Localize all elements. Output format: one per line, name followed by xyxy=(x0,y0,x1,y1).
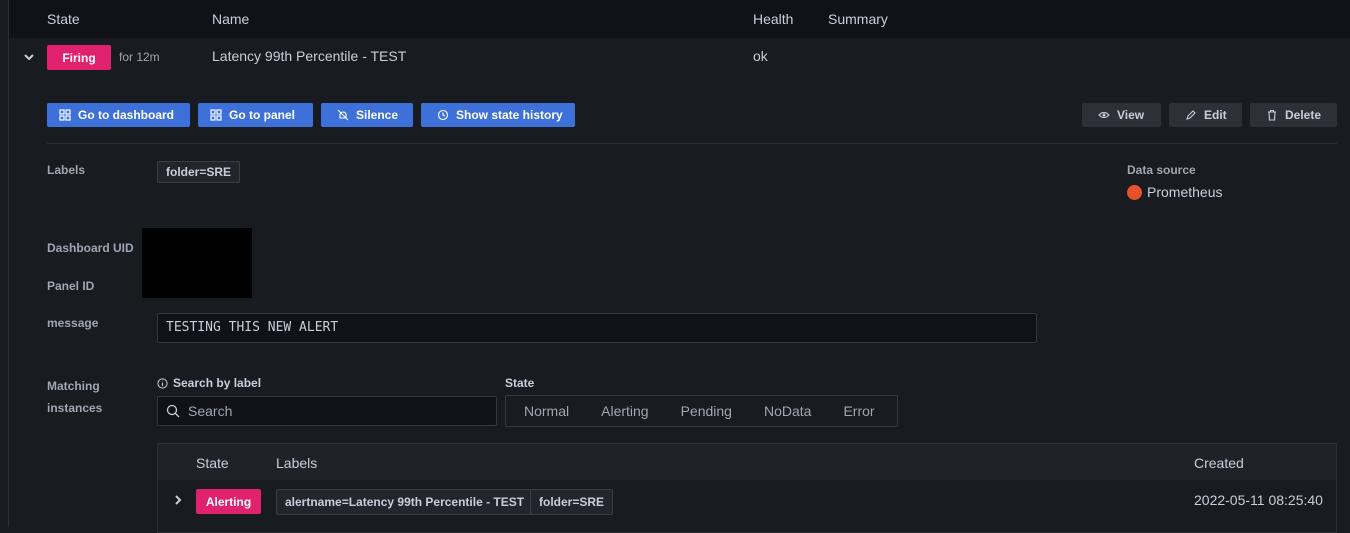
state-duration: for 12m xyxy=(119,50,160,64)
search-by-label-heading: Search by label xyxy=(157,376,261,390)
column-header-health: Health xyxy=(753,11,794,27)
go-to-dashboard-button[interactable]: Go to dashboard xyxy=(47,103,190,127)
message-value: TESTING THIS NEW ALERT xyxy=(157,313,1037,343)
grid-icon xyxy=(59,109,71,121)
state-option-error[interactable]: Error xyxy=(827,403,890,419)
pencil-icon xyxy=(1186,110,1196,120)
state-option-pending[interactable]: Pending xyxy=(665,403,748,419)
instances-table-header xyxy=(158,444,1336,480)
rule-name: Latency 99th Percentile - TEST xyxy=(212,48,407,64)
alerting-badge: Alerting xyxy=(196,489,261,514)
firing-badge: Firing xyxy=(47,45,111,70)
instance-created: 2022-05-11 08:25:40 xyxy=(1194,492,1323,508)
rule-health: ok xyxy=(753,48,768,64)
instance-label-tag: folder=SRE xyxy=(530,489,614,515)
state-option-normal[interactable]: Normal xyxy=(506,403,585,419)
view-label: View xyxy=(1117,108,1145,122)
message-label: message xyxy=(47,316,99,330)
search-input[interactable] xyxy=(186,402,490,420)
history-icon xyxy=(437,109,449,121)
rules-table-header xyxy=(9,0,1350,38)
delete-button[interactable]: Delete xyxy=(1250,103,1337,127)
instances-column-labels: Labels xyxy=(276,455,318,471)
data-source-label: Data source xyxy=(1127,163,1196,177)
instances-column-state: State xyxy=(196,455,229,471)
matching-instances-label-line1: Matching xyxy=(47,379,100,393)
matching-instances-label-line2: instances xyxy=(47,401,103,415)
section-divider xyxy=(47,143,1337,144)
column-header-state: State xyxy=(47,11,80,27)
instances-column-created: Created xyxy=(1194,455,1244,471)
edit-label: Edit xyxy=(1204,108,1227,122)
instances-table: State Labels Created Alerting alertname=… xyxy=(157,443,1337,533)
bell-slash-icon xyxy=(337,109,349,121)
view-button[interactable]: View xyxy=(1082,103,1161,127)
expand-chevron-icon[interactable] xyxy=(172,493,184,512)
go-to-panel-button[interactable]: Go to panel xyxy=(198,103,313,127)
redacted-block xyxy=(142,228,252,298)
collapse-chevron-icon[interactable] xyxy=(22,50,36,69)
left-border xyxy=(8,0,9,527)
silence-label: Silence xyxy=(356,108,399,122)
column-header-name: Name xyxy=(212,11,250,27)
go-to-panel-label: Go to panel xyxy=(229,108,295,122)
info-circle-icon xyxy=(157,377,168,389)
data-source-value: Prometheus xyxy=(1147,184,1223,200)
grid-icon xyxy=(210,109,222,121)
delete-label: Delete xyxy=(1285,108,1322,122)
trash-icon xyxy=(1268,109,1276,121)
state-filter-group: Normal Alerting Pending NoData Error xyxy=(505,395,898,427)
instance-label-tag: alertname=Latency 99th Percentile - TEST xyxy=(276,489,534,515)
state-filter-label: State xyxy=(505,376,535,390)
dashboard-uid-label: Dashboard UID xyxy=(47,241,134,255)
state-option-alerting[interactable]: Alerting xyxy=(585,403,664,419)
search-field[interactable] xyxy=(157,396,497,426)
panel-id-label: Panel ID xyxy=(47,279,95,293)
column-header-summary: Summary xyxy=(828,11,888,27)
silence-button[interactable]: Silence xyxy=(321,103,413,127)
go-to-dashboard-label: Go to dashboard xyxy=(78,108,174,122)
prometheus-icon xyxy=(1127,185,1142,200)
eye-icon xyxy=(1098,111,1110,119)
labels-label: Labels xyxy=(47,163,86,177)
search-icon xyxy=(166,404,180,418)
search-by-label-text: Search by label xyxy=(173,376,262,390)
state-option-nodata[interactable]: NoData xyxy=(748,403,827,419)
label-tag: folder=SRE xyxy=(157,161,241,183)
show-state-history-label: Show state history xyxy=(456,108,563,122)
edit-button[interactable]: Edit xyxy=(1169,103,1242,127)
show-state-history-button[interactable]: Show state history xyxy=(421,103,575,127)
